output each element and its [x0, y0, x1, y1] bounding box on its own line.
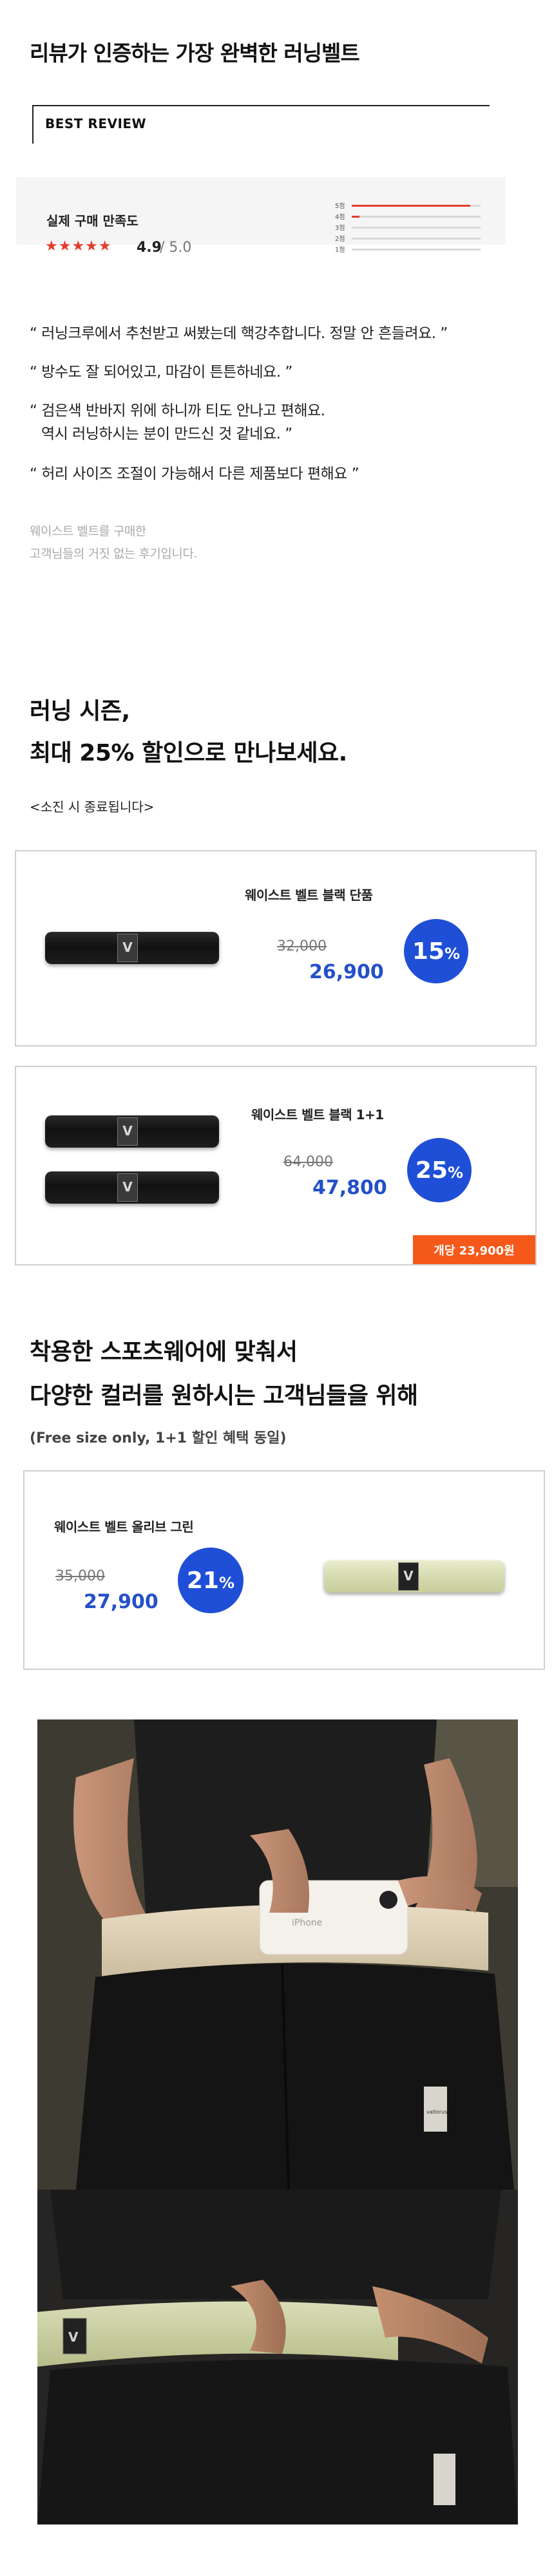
discount-value: 21 — [186, 1567, 220, 1594]
lifestyle-photo-adjusting-belt: V — [37, 2190, 518, 2524]
rating-dist-row-5: 5점 — [335, 200, 483, 212]
belt-logo-icon — [117, 934, 138, 962]
rating-dist-fill — [352, 205, 470, 207]
product-card-black-1plus1[interactable]: 웨이스트 벨트 블랙 1+1 64,000 47,800 25% 개당 23,9… — [15, 1066, 537, 1265]
review-quote: 역시 러닝하시는 분이 만드신 것 같네요. ” — [41, 426, 292, 442]
product-new-price: 26,900 — [309, 961, 384, 983]
rating-dist-label: 4점 — [335, 214, 345, 221]
belt-logo-icon — [117, 1173, 138, 1202]
rating-dist-row-2: 2점 — [335, 233, 483, 245]
discount-sign: % — [444, 945, 461, 963]
best-review-label: BEST REVIEW — [45, 116, 147, 131]
rating-dist-track — [352, 205, 481, 207]
product-old-price: 64,000 — [283, 1154, 333, 1170]
rating-dist-fill — [352, 216, 359, 218]
belt-black-image — [45, 1171, 219, 1204]
discount-badge: 15% — [404, 919, 468, 983]
rating-dist-track — [352, 249, 481, 251]
sale-subtext: <소진 시 종료됩니다> — [30, 799, 155, 815]
rating-dist-track — [352, 238, 481, 240]
belt-black-image — [45, 1115, 219, 1148]
product-name: 웨이스트 벨트 블랙 1+1 — [251, 1107, 384, 1122]
rating-score: 4.9 — [137, 240, 162, 256]
review-note: 웨이스트 벨트를 구매한 — [30, 524, 146, 538]
color-subtext: (Free size only, 1+1 할인 혜택 동일) — [30, 1430, 287, 1446]
rating-score-max: / 5.0 — [160, 240, 192, 256]
review-quote: “ 방수도 잘 되어있고, 마감이 튼튼하네요. ” — [30, 364, 292, 381]
photo-illustration: V — [37, 2190, 518, 2524]
unit-price-tag: 개당 23,900원 — [413, 1235, 535, 1264]
rating-dist-label: 5점 — [335, 203, 345, 210]
product-card-olive-green[interactable]: 웨이스트 벨트 올리브 그린 35,000 27,900 21% — [23, 1470, 545, 1670]
review-quote: “ 러닝크루에서 추천받고 써봤는데 핵강추합니다. 정말 안 흔들려요. ” — [30, 325, 448, 342]
rating-dist-label: 2점 — [335, 236, 345, 243]
product-card-black-single[interactable]: 웨이스트 벨트 블랙 단품 32,000 26,900 15% — [15, 850, 537, 1046]
svg-text:V: V — [68, 2329, 79, 2345]
lifestyle-photo-wearing-belt: iPhone valtorus — [37, 1719, 518, 2190]
rating-dist-label: 1점 — [335, 247, 345, 254]
rating-title: 실제 구매 만족도 — [46, 213, 138, 229]
phone-label: iPhone — [292, 1918, 322, 1928]
product-old-price: 32,000 — [277, 938, 327, 954]
discount-badge: 21% — [178, 1548, 244, 1613]
discount-sign: % — [448, 1164, 464, 1182]
review-quote: “ 검은색 반바지 위에 하니까 티도 안나고 편해요. — [30, 402, 325, 419]
rating-dist-row-4: 4점 — [335, 211, 483, 223]
photo-illustration: iPhone valtorus — [37, 1719, 518, 2190]
rating-dist-track — [352, 216, 481, 218]
sale-headline-1: 러닝 시즌, — [30, 698, 130, 724]
belt-logo-icon — [398, 1562, 419, 1591]
discount-value: 25 — [415, 1157, 448, 1184]
color-headline-2: 다양한 컬러를 원하시는 고객님들을 위해 — [30, 1383, 418, 1409]
discount-sign: % — [219, 1574, 235, 1592]
belt-logo-icon — [117, 1117, 138, 1146]
belt-black-image — [45, 932, 219, 964]
rating-dist-row-1: 1점 — [335, 244, 483, 256]
star-rating-icon: ★★★★★ — [45, 238, 112, 254]
discount-badge: 25% — [407, 1138, 472, 1202]
rating-dist-label: 3점 — [335, 225, 345, 232]
product-name: 웨이스트 벨트 올리브 그린 — [54, 1519, 194, 1535]
belt-olive-image — [324, 1560, 504, 1593]
shorts-label: valtorus — [426, 2109, 447, 2115]
product-new-price: 27,900 — [84, 1591, 158, 1613]
sale-headline-2: 최대 25% 할인으로 만나보세요. — [30, 740, 347, 766]
product-new-price: 47,800 — [312, 1177, 387, 1199]
product-old-price: 35,000 — [55, 1568, 105, 1584]
rating-dist-row-3: 3점 — [335, 222, 483, 234]
review-quote: “ 허리 사이즈 조절이 가능해서 다른 제품보다 편해요 ” — [30, 466, 359, 482]
product-name: 웨이스트 벨트 블랙 단품 — [245, 887, 373, 903]
color-headline-1: 착용한 스포츠웨어에 맞춰서 — [30, 1339, 298, 1365]
review-note: 고객님들의 거짓 없는 후기입니다. — [30, 547, 197, 561]
discount-value: 15 — [412, 938, 445, 965]
review-section-title: 리뷰가 인증하는 가장 완벽한 러닝벨트 — [30, 41, 360, 66]
rating-dist-track — [352, 227, 481, 229]
